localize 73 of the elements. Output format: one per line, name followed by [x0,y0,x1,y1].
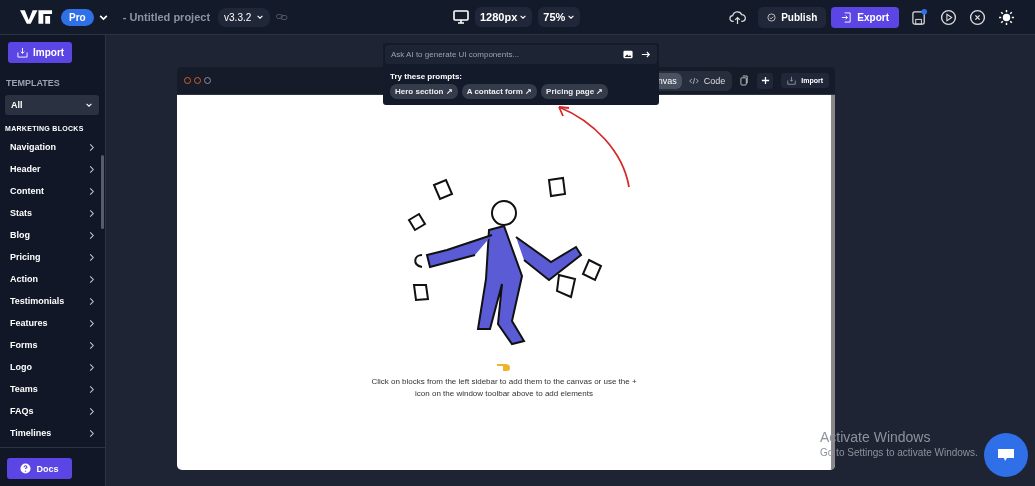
export-button[interactable]: Export [831,6,899,28]
logo-icon[interactable] [20,9,53,25]
project-title[interactable]: - Untitled project [122,11,211,23]
chevron-right-icon [88,230,95,240]
chevron-right-icon [88,186,95,196]
sidebar-item[interactable]: Content [0,180,100,202]
download-tray-icon [17,47,28,58]
code-icon [688,76,699,85]
chevron-right-icon [88,296,95,306]
chevron-right-icon [88,406,95,416]
version-dropdown[interactable]: v3.3.2 [218,7,271,27]
view-tab[interactable]: Code [683,72,731,89]
plus-icon [760,76,770,85]
monitor-icon[interactable] [453,10,469,24]
sun-icon[interactable] [998,8,1015,26]
chevron-right-icon [88,142,95,152]
copy-icon[interactable] [740,75,750,86]
templates-heading: TEMPLATES [6,78,61,88]
save-icon[interactable] [911,8,928,26]
check-circle-icon [767,12,777,22]
plan-badge: Pro [61,8,94,26]
ai-prompt-field[interactable]: Ask AI to generate UI components... [385,45,657,64]
chevron-down-icon [519,13,528,21]
chevron-right-icon [88,318,95,328]
empty-canvas-hint: Click on blocks from the left sidebar to add them to the canvas or use the + icon on the window toolbar above to add elements [370,376,638,400]
download-tray-icon [787,76,797,85]
close-icon[interactable] [969,8,986,26]
import-button[interactable]: Import [8,42,72,63]
play-icon[interactable] [940,8,957,26]
prompt-chip[interactable]: A contact form ↗ [461,84,538,99]
sidebar-item[interactable]: Timelines [0,422,100,444]
viewport-width-dropdown[interactable]: 1280px [475,7,533,27]
help-icon [20,463,32,474]
templates-dropdown[interactable]: All [5,95,99,115]
sidebar-item[interactable]: Stats [0,202,100,224]
sidebar-item[interactable]: Teams [0,378,100,400]
image-icon[interactable] [623,50,633,59]
prompt-chip[interactable]: Hero section ↗ [390,84,458,99]
chevron-down-icon [567,13,576,21]
sidebar-item[interactable]: FAQs [0,400,100,422]
chevron-down-icon [256,13,265,21]
chat-bubble-icon [996,447,1016,463]
sidebar-item[interactable]: Logo [0,356,100,378]
chevron-down-icon [85,101,93,109]
chevron-right-icon [88,340,95,350]
export-icon [841,11,853,23]
sidebar-item[interactable]: Features [0,312,100,334]
chevron-right-icon [88,362,95,372]
add-button[interactable] [757,72,774,89]
chat-button[interactable] [984,433,1028,477]
sidebar-item[interactable]: Action [0,268,100,290]
sidebar-item[interactable]: Forms [0,334,100,356]
sidebar-item[interactable]: Blog [0,224,100,246]
chevron-right-icon [88,428,95,438]
docs-button[interactable]: Docs [7,458,72,479]
chevron-right-icon [88,164,95,174]
scrollbar[interactable] [101,155,104,229]
arrow-right-icon[interactable] [641,50,651,59]
chevron-right-icon [88,208,95,218]
sidebar-item[interactable]: Testimonials [0,290,100,312]
publish-button[interactable]: Publish [758,6,827,28]
link-icon[interactable] [276,13,289,21]
sidebar-item[interactable]: Header [0,158,100,180]
chevron-right-icon [88,252,95,262]
sidebar-item[interactable]: Pricing [0,246,100,268]
cloud-upload-icon[interactable] [729,8,747,26]
zoom-dropdown[interactable]: 75% [538,7,581,27]
suggestions-heading: Try these prompts: [390,72,463,81]
chevron-right-icon [88,274,95,284]
prompt-chip[interactable]: Pricing page ↗ [541,84,609,99]
chevron-right-icon [88,384,95,394]
sidebar-item[interactable]: Navigation [0,136,100,158]
ai-prompt-input[interactable]: Ask AI to generate UI components... [391,50,615,59]
